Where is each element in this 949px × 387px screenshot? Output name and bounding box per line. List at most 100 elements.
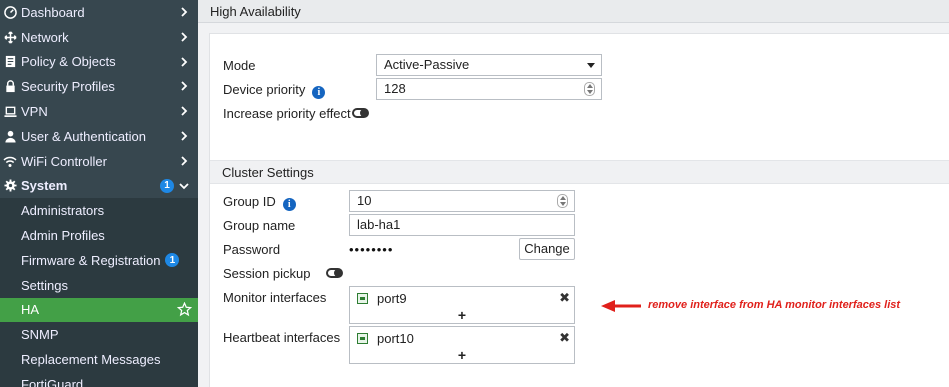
sidebar-item-label: Policy & Objects (21, 54, 116, 70)
sidebar-item-label: User & Authentication (21, 128, 147, 144)
monitor-interfaces-label: Monitor interfaces (223, 290, 327, 305)
port-icon (357, 293, 368, 304)
sidebar-item-network[interactable]: Network (0, 24, 198, 50)
device-priority-value: 128 (384, 81, 406, 96)
notification-badge: 1 (165, 253, 180, 268)
gear-icon (3, 179, 17, 193)
dropdown-arrow-icon (587, 63, 595, 68)
star-icon[interactable] (177, 301, 192, 317)
mode-select[interactable]: Active-Passive (376, 54, 602, 76)
sidebar-item-system[interactable]: System 1 (0, 173, 198, 199)
chevron-right-icon (181, 81, 188, 92)
sidebar-item-label: SNMP (21, 327, 59, 343)
chevron-right-icon (181, 131, 188, 141)
interface-name: port10 (377, 331, 414, 346)
lock-icon (3, 80, 17, 94)
spinner-icon[interactable] (584, 82, 595, 96)
sidebar-item-label: Security Profiles (21, 79, 115, 95)
group-name-input[interactable]: lab-ha1 (349, 214, 575, 236)
info-icon[interactable]: i (282, 198, 296, 211)
port-icon (357, 333, 368, 344)
password-label: Password (223, 242, 281, 257)
sidebar-item-vpn[interactable]: VPN (0, 99, 198, 124)
sidebar-item-label: Admin Profiles (21, 228, 105, 244)
device-priority-input[interactable]: 128 (376, 78, 602, 100)
sidebar-item-settings[interactable]: Settings (0, 272, 198, 298)
interface-entry: port10 (357, 331, 414, 346)
sidebar-item-firmware-registration[interactable]: Firmware & Registration 1 (0, 247, 198, 273)
chevron-right-icon (181, 156, 188, 166)
increase-priority-label: Increase priority effect (223, 106, 351, 121)
user-icon (3, 129, 17, 143)
sidebar-item-label: Settings (21, 277, 68, 293)
mode-select-value: Active-Passive (384, 57, 470, 72)
page-title: High Availability (210, 4, 301, 19)
group-name-label: Group name (223, 218, 296, 233)
add-interface-button[interactable]: + (350, 347, 574, 363)
mode-label: Mode (223, 58, 256, 73)
sidebar-item-label: FortiGuard (21, 376, 84, 387)
sidebar-item-fortiguard[interactable]: FortiGuard (0, 371, 198, 387)
info-icon[interactable]: i (312, 86, 326, 99)
sidebar-item-administrators[interactable]: Administrators (0, 198, 198, 224)
chevron-right-icon (181, 7, 188, 17)
sidebar-item-user-authentication[interactable]: User & Authentication (0, 123, 198, 149)
session-pickup-label: Session pickup (223, 266, 311, 281)
interface-entry: port9 (357, 291, 407, 306)
group-id-text: Group ID (223, 194, 276, 209)
group-id-value: 10 (357, 193, 372, 208)
sidebar-item-snmp[interactable]: SNMP (0, 322, 198, 348)
change-password-button[interactable]: Change (519, 238, 575, 260)
monitor-interfaces-list: port9 ✖ + (349, 286, 575, 324)
dashboard-icon (3, 5, 17, 19)
add-interface-button[interactable]: + (350, 307, 574, 323)
heartbeat-interfaces-label: Heartbeat interfaces (223, 330, 341, 345)
spinner-icon[interactable] (557, 194, 568, 208)
sidebar-item-replacement-messages[interactable]: Replacement Messages (0, 347, 198, 372)
sidebar-item-label: Dashboard (21, 4, 85, 20)
increase-priority-toggle[interactable] (352, 108, 369, 118)
sidebar-item-admin-profiles[interactable]: Admin Profiles (0, 223, 198, 248)
sidebar-item-label: HA (21, 302, 40, 318)
group-name-value: lab-ha1 (357, 217, 401, 232)
sidebar-item-label: WiFi Controller (21, 153, 107, 169)
chevron-right-icon (181, 56, 188, 67)
chevron-down-icon (179, 182, 189, 189)
laptop-icon (3, 105, 17, 119)
session-pickup-toggle[interactable] (326, 268, 343, 278)
device-priority-label: Device priority i (223, 82, 326, 99)
sidebar-item-label: Firmware & Registration (21, 252, 161, 268)
policy-icon (3, 55, 17, 69)
sidebar-item-dashboard[interactable]: Dashboard (0, 0, 198, 25)
annotation-text: remove interface from HA monitor interfa… (648, 299, 901, 311)
sidebar: Dashboard Network Policy & Objects Secur… (0, 0, 198, 387)
interface-name: port9 (377, 291, 407, 306)
chevron-right-icon (181, 106, 188, 116)
main-content: High Availability Mode Active-Passive De… (198, 0, 949, 387)
notification-badge: 1 (160, 178, 174, 193)
sidebar-item-policy-objects[interactable]: Policy & Objects (0, 49, 198, 75)
sidebar-item-ha[interactable]: HA (0, 297, 198, 323)
cluster-settings-title: Cluster Settings (222, 165, 314, 180)
chevron-right-icon (181, 32, 188, 42)
remove-interface-icon[interactable]: ✖ (559, 330, 570, 346)
group-id-label: Group ID i (223, 194, 296, 211)
sidebar-item-label: VPN (21, 104, 48, 120)
network-icon (3, 30, 17, 44)
sidebar-item-label: Replacement Messages (21, 352, 161, 368)
sidebar-item-label: System (21, 178, 68, 194)
annotation-arrow-icon (601, 300, 641, 312)
password-value: •••••••• (349, 242, 394, 257)
sidebar-item-wifi-controller[interactable]: WiFi Controller (0, 148, 198, 174)
cluster-settings-section: Cluster Settings (210, 160, 949, 184)
group-id-input[interactable]: 10 (349, 190, 575, 212)
device-priority-text: Device priority (223, 82, 306, 97)
ha-settings-card: Mode Active-Passive Device priority i 128… (209, 33, 949, 387)
sidebar-item-label: Network (21, 29, 69, 45)
wifi-icon (3, 154, 17, 168)
sidebar-item-label: Administrators (21, 203, 105, 219)
heartbeat-interfaces-list: port10 ✖ + (349, 326, 575, 364)
remove-interface-icon[interactable]: ✖ (559, 290, 570, 306)
page-header: High Availability (198, 0, 949, 23)
sidebar-item-security-profiles[interactable]: Security Profiles (0, 74, 198, 100)
